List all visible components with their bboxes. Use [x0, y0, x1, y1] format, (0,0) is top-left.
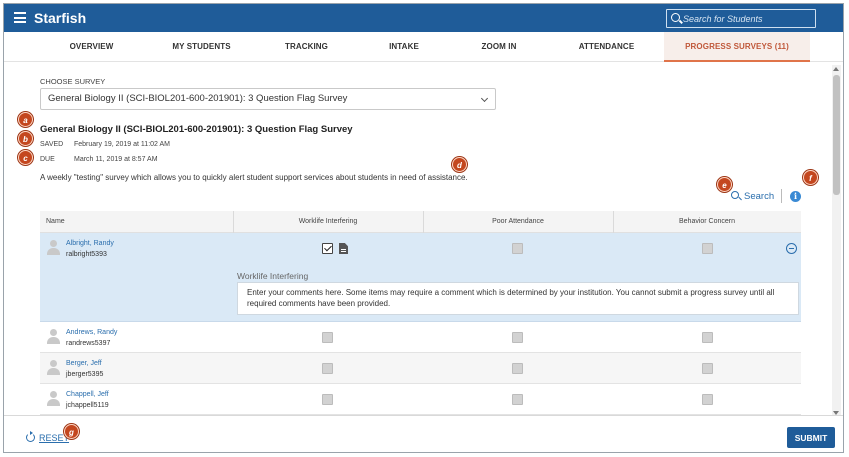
survey-table: Name Worklife Interfering Poor Attendanc…: [40, 211, 801, 415]
tab-progress-surveys[interactable]: PROGRESS SURVEYS (11): [664, 32, 810, 62]
worklife-checkbox[interactable]: [322, 332, 333, 343]
table-row: Berger, Jeff jberger5395: [40, 353, 801, 384]
avatar-icon: [47, 329, 60, 344]
table-row: Chappell, Jeff jchappell5119: [40, 384, 801, 415]
student-search[interactable]: [666, 9, 816, 28]
behavior-checkbox[interactable]: [702, 332, 713, 343]
document-icon[interactable]: [339, 243, 348, 254]
callout-marker: d: [452, 157, 467, 172]
top-bar: Starfish: [4, 4, 843, 32]
avatar-icon: [47, 240, 60, 255]
student-username: randrews5397: [66, 340, 111, 347]
scroll-thumb[interactable]: [833, 75, 840, 195]
hamburger-icon[interactable]: [14, 12, 26, 23]
due-label: DUE: [40, 156, 55, 163]
attendance-checkbox[interactable]: [512, 332, 523, 343]
column-header-behavior: Behavior Concern: [678, 218, 736, 225]
attendance-checkbox[interactable]: [512, 363, 523, 374]
attendance-checkbox[interactable]: [512, 394, 523, 405]
submit-button[interactable]: SUBMIT: [787, 427, 835, 448]
callout-marker: c: [18, 150, 33, 165]
search-link[interactable]: Search: [731, 191, 774, 202]
worklife-checkbox[interactable]: [322, 394, 333, 405]
avatar-icon: [47, 391, 60, 406]
table-row: Andrews, Randy randrews5397: [40, 322, 801, 353]
attendance-checkbox[interactable]: [512, 243, 523, 254]
column-header-worklife: Worklife Interfering: [298, 218, 358, 225]
survey-select-value: General Biology II (SCI-BIOL201-600-2019…: [48, 93, 348, 104]
scroll-up-icon[interactable]: [833, 67, 839, 71]
table-row: Albright, Randy ralbright5393 Worklife I…: [40, 233, 801, 322]
behavior-checkbox[interactable]: [702, 243, 713, 254]
student-name-link[interactable]: Albright, Randy: [66, 240, 114, 247]
callout-marker: f: [803, 170, 818, 185]
app-window: Starfish OVERVIEW MY STUDENTS TRACKING I…: [3, 3, 844, 453]
saved-value: February 19, 2019 at 11:02 AM: [74, 141, 170, 148]
callout-marker: e: [717, 177, 732, 192]
search-icon: [731, 191, 739, 199]
student-name-link[interactable]: Andrews, Randy: [66, 329, 117, 336]
saved-label: SAVED: [40, 141, 64, 148]
tab-my-students[interactable]: MY STUDENTS: [149, 32, 254, 62]
app-title: Starfish: [34, 10, 87, 26]
callout-marker: a: [18, 112, 33, 127]
search-link-label: Search: [744, 191, 775, 202]
table-header: Name Worklife Interfering Poor Attendanc…: [40, 211, 801, 233]
student-username: ralbright5393: [66, 251, 107, 258]
search-icon: [671, 13, 680, 22]
student-search-input[interactable]: [683, 11, 813, 27]
tab-bar: OVERVIEW MY STUDENTS TRACKING INTAKE ZOO…: [4, 32, 843, 62]
behavior-checkbox[interactable]: [702, 394, 713, 405]
student-name-link[interactable]: Chappell, Jeff: [66, 391, 109, 398]
main-content: CHOOSE SURVEY General Biology II (SCI-BI…: [4, 63, 830, 415]
refresh-icon[interactable]: [26, 431, 35, 442]
column-header-attendance: Poor Attendance: [492, 218, 544, 225]
vertical-scrollbar[interactable]: [832, 65, 841, 417]
minus-circle-icon[interactable]: [786, 243, 797, 254]
survey-select[interactable]: General Biology II (SCI-BIOL201-600-2019…: [40, 88, 496, 110]
avatar-icon: [47, 360, 60, 375]
worklife-checkbox[interactable]: [322, 363, 333, 374]
due-value: March 11, 2019 at 8:57 AM: [74, 156, 158, 163]
student-username: jchappell5119: [66, 402, 109, 409]
survey-description: A weekly "testing" survey which allows y…: [40, 173, 468, 182]
student-username: jberger5395: [66, 371, 104, 378]
toolbar-divider: [781, 189, 782, 203]
info-icon[interactable]: i: [790, 191, 801, 202]
student-name-link[interactable]: Berger, Jeff: [66, 360, 102, 367]
comment-textarea[interactable]: Enter your comments here. Some items may…: [237, 282, 799, 315]
behavior-checkbox[interactable]: [702, 363, 713, 374]
survey-title: General Biology II (SCI-BIOL201-600-2019…: [40, 124, 353, 135]
tab-intake[interactable]: INTAKE: [359, 32, 449, 62]
tab-attendance[interactable]: ATTENDANCE: [549, 32, 664, 62]
choose-survey-label: CHOOSE SURVEY: [40, 77, 106, 86]
tab-overview[interactable]: OVERVIEW: [34, 32, 149, 62]
comment-section-label: Worklife Interfering: [237, 271, 309, 281]
tab-zoom-in[interactable]: ZOOM IN: [449, 32, 549, 62]
column-header-name: Name: [46, 218, 65, 225]
chevron-down-icon: [480, 94, 489, 103]
footer-bar: RESET SUBMIT: [4, 415, 843, 452]
callout-marker: g: [64, 424, 79, 439]
tab-tracking[interactable]: TRACKING: [254, 32, 359, 62]
callout-marker: b: [18, 131, 33, 146]
worklife-checkbox[interactable]: [322, 243, 333, 254]
